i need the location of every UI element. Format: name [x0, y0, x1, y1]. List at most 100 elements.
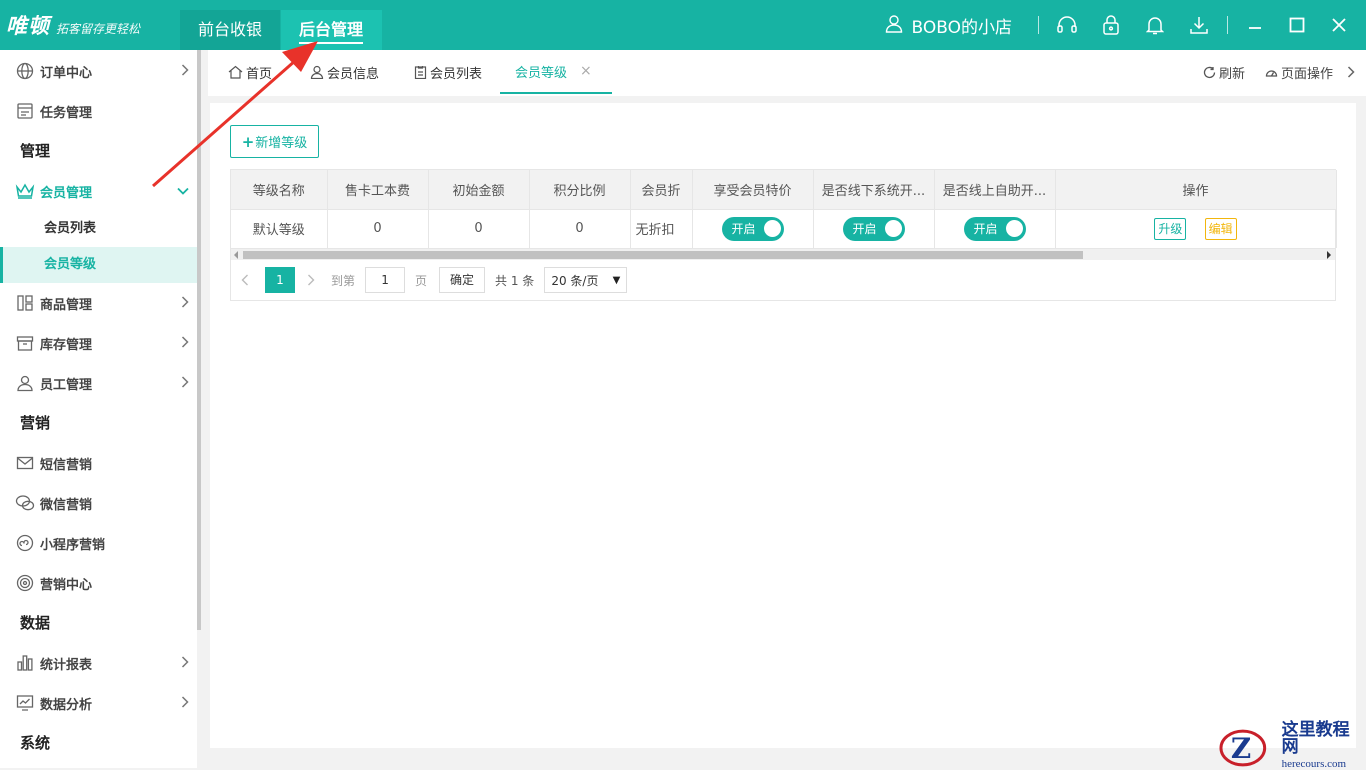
column-header[interactable]: 操作	[1055, 170, 1337, 210]
cell-discount: 无折扣	[630, 209, 693, 248]
sidebar-item-wechat-marketing[interactable]: 微信营销	[0, 483, 197, 523]
column-header[interactable]: 售卡工本费	[327, 170, 429, 210]
svg-text:Z: Z	[1231, 732, 1251, 765]
refresh-button[interactable]: 刷新	[1203, 50, 1245, 94]
watermark: Z 这里教程网 herecours.com	[1218, 720, 1366, 770]
sidebar-sub-member-list[interactable]: 会员列表	[0, 211, 197, 247]
lock-icon[interactable]	[1089, 0, 1133, 50]
tab-member-list[interactable]: 会员列表	[414, 50, 482, 94]
total-count: 共 1 条	[495, 273, 535, 288]
chevron-down-icon	[177, 187, 189, 195]
column-header[interactable]: 等级名称	[231, 170, 328, 210]
tab-backend-management[interactable]: 后台管理	[281, 10, 382, 50]
chevron-right-icon	[181, 696, 189, 708]
cell-level-name: 默认等级	[231, 209, 328, 248]
sidebar-sub-member-level[interactable]: 会员等级	[0, 247, 197, 283]
logo-slogan: 拓客留存更轻松	[56, 22, 141, 36]
column-header[interactable]: 积分比例	[529, 170, 631, 210]
tab-front-cashier[interactable]: 前台收银	[180, 10, 280, 50]
scroll-left-icon[interactable]	[233, 251, 239, 259]
tab-member-info[interactable]: 会员信息	[310, 50, 379, 94]
offline-system-toggle[interactable]: 开启	[842, 216, 905, 241]
sidebar-item-label: 任务管理	[40, 105, 93, 121]
sidebar-item-reports[interactable]: 统计报表	[0, 643, 197, 683]
bar-chart-icon	[15, 653, 35, 673]
maximize-icon[interactable]	[1276, 0, 1318, 50]
download-icon[interactable]	[1177, 0, 1221, 50]
sidebar-item-label: 订单中心	[40, 65, 93, 81]
page-number-current[interactable]: 1	[265, 267, 295, 293]
column-header[interactable]: 会员折	[630, 170, 693, 210]
pagination: 1 到第 1 页 确定 共 1 条 20 条/页 ▼	[241, 266, 628, 294]
sidebar-item-staff[interactable]: 员工管理	[0, 363, 197, 403]
special-price-toggle[interactable]: 开启	[721, 216, 784, 241]
sidebar-item-label: 会员管理	[40, 185, 93, 201]
edit-button[interactable]: 编辑	[1204, 217, 1237, 240]
scroll-right-icon[interactable]	[1326, 251, 1332, 259]
sidebar-item-tasks[interactable]: 任务管理	[0, 91, 197, 131]
task-icon	[15, 101, 35, 121]
close-tab-icon[interactable]: ×	[580, 63, 592, 79]
home-icon	[228, 65, 243, 79]
watermark-url: herecours.com	[1281, 758, 1347, 770]
tab-home[interactable]: 首页	[228, 50, 272, 94]
column-header[interactable]: 初始金额	[428, 170, 530, 210]
page-operations-button[interactable]: 页面操作	[1265, 50, 1333, 94]
main-content: + 新增等级 等级名称 售卡工本费 初始金额 积分比例 会员折 享受会员特价 是…	[210, 103, 1356, 748]
sidebar-item-label: 数据分析	[40, 697, 93, 713]
tab-member-level[interactable]: 会员等级 ×	[500, 50, 612, 94]
store-menu[interactable]: BOBO的小店	[884, 13, 1012, 38]
cell-points-ratio: 0	[529, 209, 631, 248]
add-level-button[interactable]: + 新增等级	[230, 125, 319, 158]
chevron-right-icon[interactable]	[1347, 66, 1355, 78]
page-unit-label: 页	[415, 273, 428, 288]
chevron-right-icon	[181, 296, 189, 308]
sidebar-item-inventory[interactable]: 库存管理	[0, 323, 197, 363]
mail-icon	[15, 453, 35, 473]
watermark-logo-icon: Z	[1219, 729, 1267, 767]
sidebar-scrollbar[interactable]	[197, 50, 201, 630]
cell-card-fee: 0	[327, 209, 429, 248]
upgrade-button[interactable]: 升级	[1154, 217, 1187, 240]
horizontal-scrollbar[interactable]	[231, 248, 1335, 260]
headset-icon[interactable]	[1045, 0, 1089, 50]
sidebar-group-system: 系统	[20, 734, 51, 752]
sidebar-item-orders[interactable]: 订单中心	[0, 51, 197, 91]
scrollbar-thumb[interactable]	[243, 251, 1083, 259]
sidebar-item-sms-marketing[interactable]: 短信营销	[0, 443, 197, 483]
sidebar-item-goods[interactable]: 商品管理	[0, 283, 197, 323]
divider	[1038, 16, 1039, 34]
inventory-icon	[15, 333, 35, 353]
user-icon	[884, 13, 904, 38]
chevron-right-icon	[181, 376, 189, 388]
logo-title: 唯顿	[6, 13, 50, 38]
goods-icon	[15, 293, 35, 313]
sidebar: 订单中心 任务管理 管理 会员管理 会员列表 会员等级 商品管理 库存管理 员工…	[0, 50, 197, 768]
user-icon	[310, 65, 324, 79]
sidebar-item-members[interactable]: 会员管理	[0, 171, 197, 211]
bell-icon[interactable]	[1133, 0, 1177, 50]
minimize-icon[interactable]	[1234, 0, 1276, 50]
online-self-service-toggle[interactable]: 开启	[963, 216, 1026, 241]
chevron-right-icon	[181, 656, 189, 668]
goto-page-input[interactable]: 1	[365, 267, 406, 293]
sidebar-item-label: 营销中心	[40, 577, 93, 593]
goto-label: 到第	[331, 273, 356, 288]
prev-page-icon[interactable]	[241, 274, 249, 286]
app-logo: 唯顿 拓客留存更轻松	[6, 10, 140, 40]
sidebar-item-label: 统计报表	[40, 657, 93, 673]
page-size-select[interactable]: 20 条/页 ▼	[544, 267, 628, 293]
column-header[interactable]: 是否线下系统开...	[813, 170, 935, 210]
next-page-icon[interactable]	[307, 274, 315, 286]
close-icon[interactable]	[1318, 0, 1360, 50]
sidebar-item-data-analysis[interactable]: 数据分析	[0, 683, 197, 723]
watermark-title: 这里教程网	[1281, 720, 1350, 757]
gauge-icon	[1265, 69, 1278, 77]
target-icon	[15, 573, 35, 593]
table-row: 默认等级 0 0 0 无折扣 开启 开启 开启 升级 编辑	[231, 209, 1337, 248]
column-header[interactable]: 享受会员特价	[692, 170, 814, 210]
goto-confirm-button[interactable]: 确定	[439, 267, 486, 293]
column-header[interactable]: 是否线上自助开...	[934, 170, 1056, 210]
sidebar-item-marketing-center[interactable]: 营销中心	[0, 563, 197, 603]
sidebar-item-miniapp-marketing[interactable]: 小程序营销	[0, 523, 197, 563]
